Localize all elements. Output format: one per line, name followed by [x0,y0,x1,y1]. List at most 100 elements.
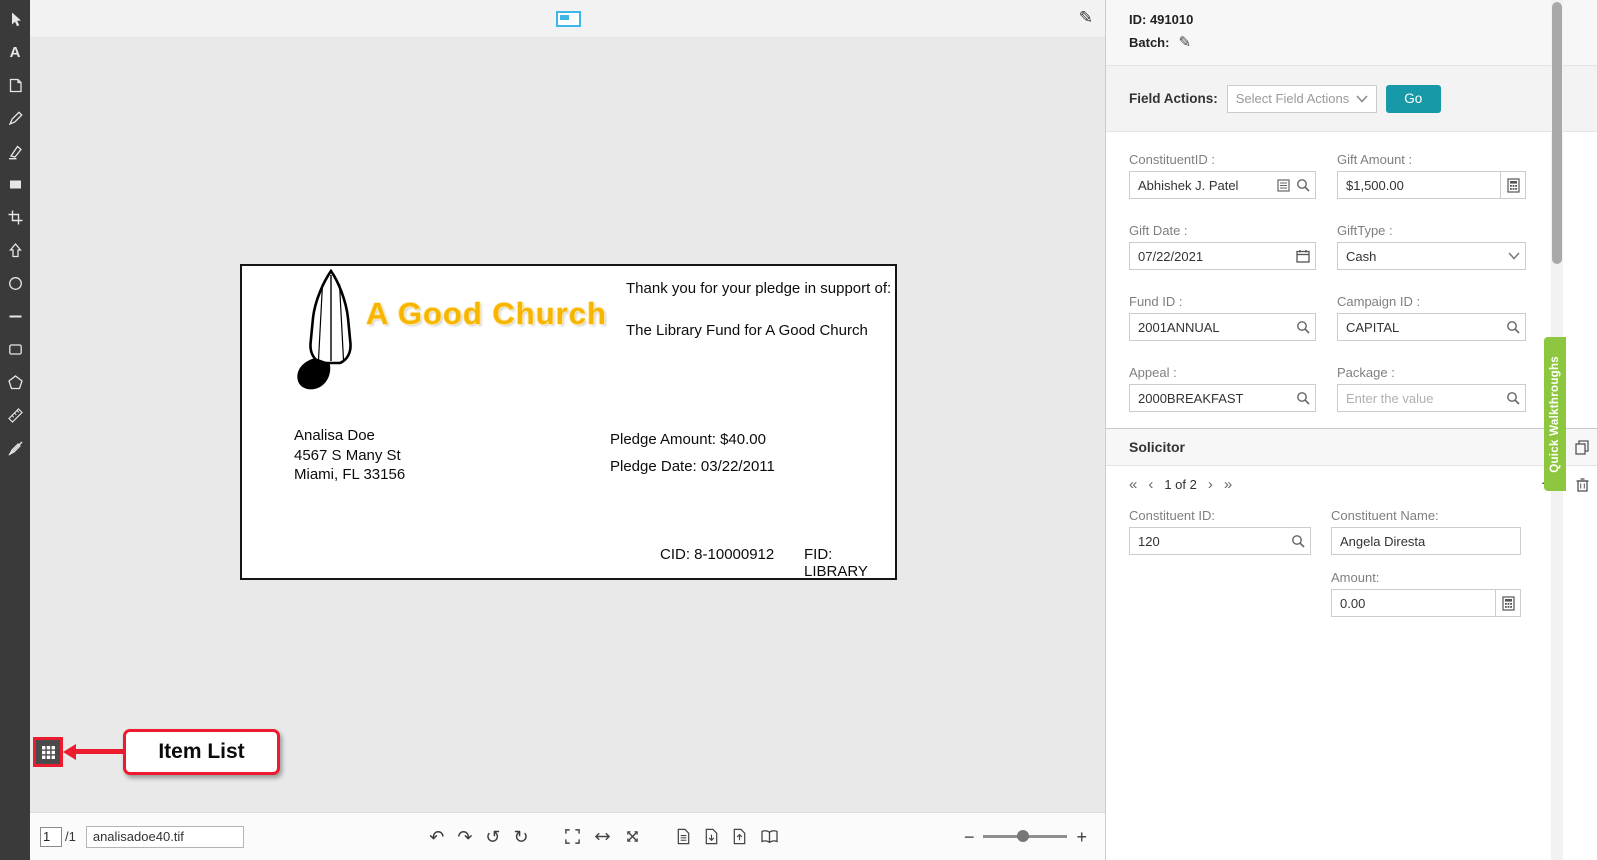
field-fund-id: Fund ID : [1129,294,1316,341]
fit-screen-button[interactable] [564,828,581,845]
arrow-tool[interactable] [3,238,27,262]
callout-arrow [63,744,124,760]
search-icon[interactable] [1296,178,1310,192]
rectangle-icon [7,341,24,358]
first-record-button[interactable]: « [1129,477,1137,492]
campaign-id-label: Campaign ID : [1337,294,1526,309]
empty-cell [1129,570,1311,617]
solicitor-copy-icon[interactable] [1575,440,1589,455]
quick-walkthroughs-label: Quick Walkthroughs [1549,356,1561,473]
calculator-icon[interactable] [1502,596,1515,611]
campaign-id-input[interactable] [1337,313,1526,341]
fund-id-input[interactable] [1129,313,1316,341]
details-icon[interactable] [1277,179,1290,192]
solicitor-header: Solicitor [1106,429,1597,466]
filename-input[interactable] [86,826,244,848]
last-record-button[interactable]: » [1224,477,1232,492]
viewer-canvas[interactable]: A Good Church Thank you for your pledge … [30,38,1105,812]
redo-button[interactable]: ↷ [457,828,472,846]
line-tool[interactable] [3,304,27,328]
page-number-input[interactable] [40,827,62,847]
solicitor-pager: « ‹ 1 of 2 › » + [1106,466,1597,502]
highlighter-icon [7,143,24,160]
field-gift-amount: Gift Amount : [1337,152,1526,199]
chevron-down-icon [1356,95,1368,103]
note-tool[interactable] [3,73,27,97]
go-button[interactable]: Go [1386,85,1441,113]
search-icon[interactable] [1296,391,1310,405]
page-text-button[interactable] [676,828,691,845]
package-input[interactable] [1337,384,1526,412]
rotate-right-button[interactable]: ↻ [514,828,529,846]
search-icon[interactable] [1506,320,1520,334]
pen-tool[interactable] [3,106,27,130]
delete-solicitor-icon[interactable] [1576,477,1589,492]
page-total-label: /1 [65,829,76,844]
zoom-out-button[interactable]: − [964,828,975,846]
pledge-intro-line: Thank you for your pledge in support of: [626,280,891,297]
constituent-id-label: ConstituentID : [1129,152,1316,167]
crop-tool[interactable] [3,205,27,229]
zoom-slider-handle[interactable] [1017,830,1029,842]
data-entry-app: A ✎ A [0,0,1597,860]
page-save-button[interactable] [732,828,747,845]
gift-amount-input[interactable] [1337,171,1526,199]
zoom-in-button[interactable]: + [1076,828,1087,846]
polygon-tool[interactable] [3,370,27,394]
field-gift-date: Gift Date : [1129,223,1316,270]
redaction-tool[interactable] [3,436,27,460]
solicitor-constituent-name-input[interactable] [1331,527,1521,555]
chevron-down-icon[interactable] [1508,252,1520,260]
field-gift-type: GiftType : [1337,223,1526,270]
ruler-tool[interactable] [3,403,27,427]
calendar-icon[interactable] [1296,249,1310,263]
item-list-callout: Item List [123,729,280,775]
batch-edit-icon[interactable]: ✎ [1178,33,1191,51]
solicitor-constituent-name-label: Constituent Name: [1331,508,1521,523]
appeal-input[interactable] [1129,384,1316,412]
rotate-left-button[interactable]: ↺ [485,828,500,846]
gift-amount-label: Gift Amount : [1337,152,1526,167]
field-appeal: Appeal : [1129,365,1316,412]
next-record-button[interactable]: › [1208,477,1213,492]
gift-date-input[interactable] [1129,242,1316,270]
text-tool[interactable]: A [3,40,27,64]
field-actions-select[interactable]: Select Field Actions [1227,85,1377,113]
field-solicitor-amount: Amount: [1331,570,1521,617]
gift-entry-panel: ID: 491010 Batch: ✎ Field Actions: Selec… [1105,0,1597,860]
highlighter-tool[interactable] [3,139,27,163]
fund-line: The Library Fund for A Good Church [626,322,868,339]
ellipse-tool[interactable] [3,271,27,295]
pan-button[interactable] [624,828,641,845]
undo-button[interactable]: ↶ [429,828,444,846]
panel-scrollbar-thumb[interactable] [1552,2,1562,264]
text-tool-icon: A [10,44,21,61]
ruler-icon [7,407,24,424]
thumbnail-window-icon[interactable] [556,11,581,27]
search-icon[interactable] [1506,391,1520,405]
calculator-icon[interactable] [1507,178,1520,193]
search-icon[interactable] [1296,320,1310,334]
quick-walkthroughs-tab[interactable]: Quick Walkthroughs [1544,337,1566,491]
fit-screen-icon [564,828,581,845]
pointer-tool[interactable] [3,7,27,31]
zoom-slider[interactable] [983,835,1067,838]
pointer-icon [7,11,24,28]
filled-rectangle-icon [7,176,24,193]
solicitor-constituent-id-input[interactable] [1129,527,1311,555]
solicitor-amount-input[interactable] [1331,589,1521,617]
ellipse-icon [7,275,24,292]
gift-type-select[interactable] [1337,242,1526,270]
field-actions-placeholder: Select Field Actions [1236,91,1349,106]
viewer-topbar: ✎ [30,0,1105,38]
solicitor-section: Solicitor « ‹ 1 of 2 › » + Constituent I… [1106,428,1597,617]
previous-record-button[interactable]: ‹ [1148,477,1153,492]
page-export-button[interactable] [704,828,719,845]
edit-annotations-icon[interactable]: ✎ [1079,8,1093,28]
item-list-button[interactable] [33,737,63,767]
book-view-button[interactable] [760,829,779,844]
rectangle-tool[interactable] [3,337,27,361]
fit-width-button[interactable] [594,828,611,845]
filled-rectangle-tool[interactable] [3,172,27,196]
search-icon[interactable] [1291,534,1305,548]
